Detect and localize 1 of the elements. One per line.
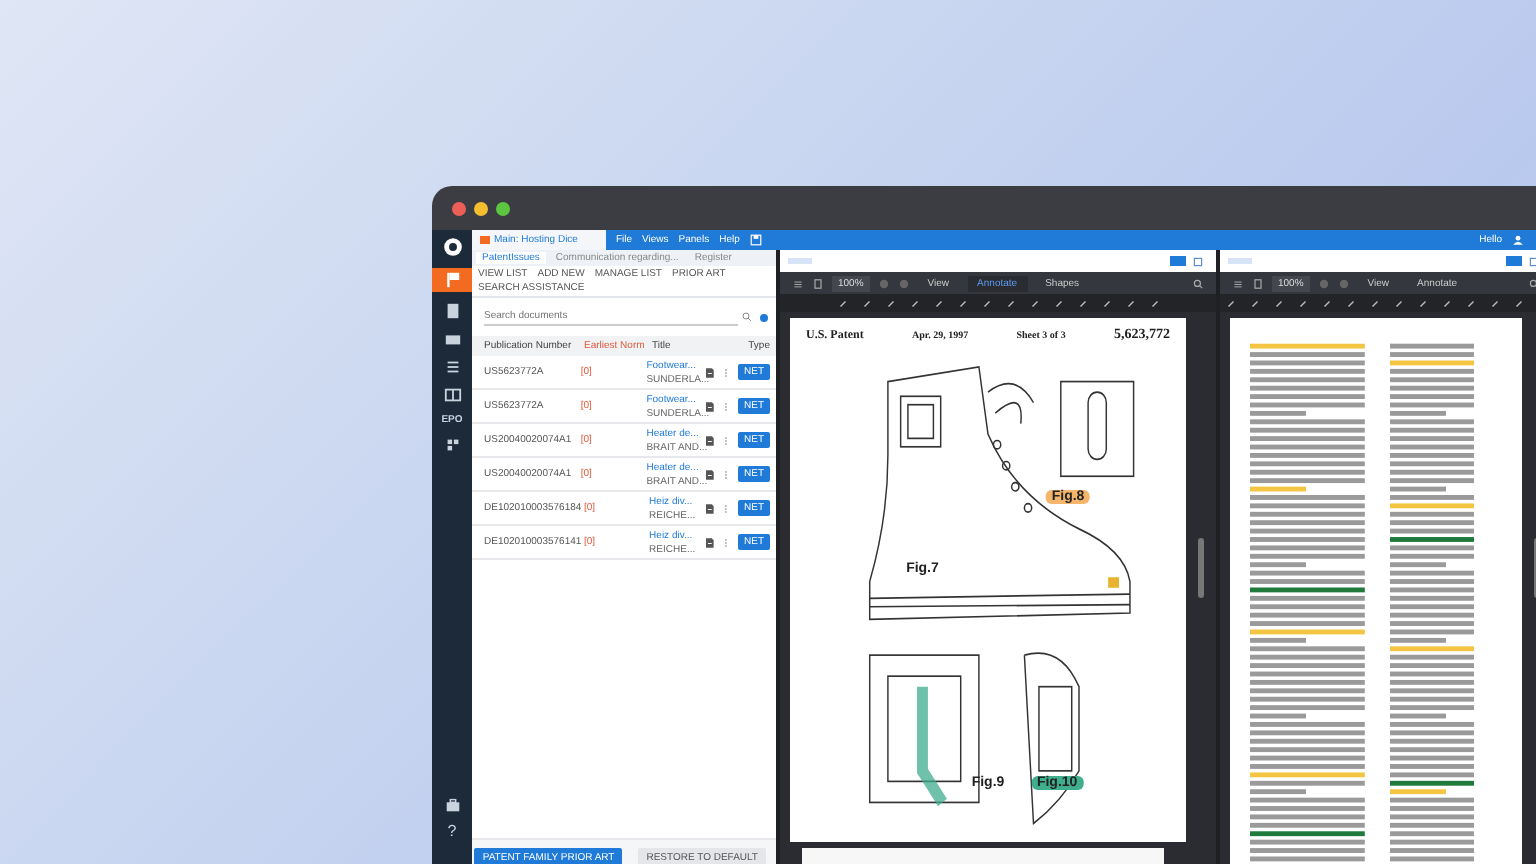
- help-icon[interactable]: ?: [447, 824, 457, 840]
